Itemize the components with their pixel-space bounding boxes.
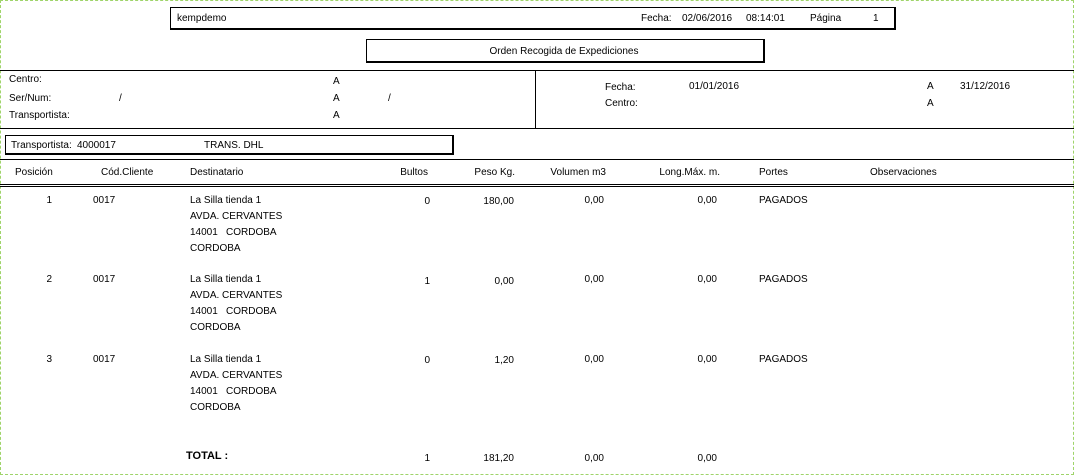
row-peso: 0,00 xyxy=(494,276,514,287)
row-long-max: 0,00 xyxy=(697,354,717,365)
col-posicion: Posición xyxy=(15,167,53,178)
row-dest-name: La Silla tienda 1 xyxy=(190,195,262,206)
filter-bottom-rule xyxy=(0,128,1074,129)
columns-top-rule xyxy=(0,159,1074,160)
row-dest-city: CORDOBA xyxy=(226,306,277,317)
filter-centro-right-label: Centro: xyxy=(605,98,638,109)
col-peso: Peso Kg. xyxy=(474,167,515,178)
filter-fecha-to-a: A xyxy=(927,81,934,92)
report-title: Orden Recogida de Expediciones xyxy=(489,46,639,57)
col-volumen: Volumen m3 xyxy=(550,167,606,178)
row-dest-cp: 14001 xyxy=(190,386,218,397)
filter-divider xyxy=(535,70,536,128)
row-posicion: 1 xyxy=(46,195,52,206)
filter-fecha-from: 01/01/2016 xyxy=(689,81,740,92)
row-dest-city: CORDOBA xyxy=(226,227,277,238)
col-observaciones: Observaciones xyxy=(870,167,937,178)
filter-sernum-to-slash: / xyxy=(388,93,391,104)
carrier-name: TRANS. DHL xyxy=(204,140,264,151)
total-volumen: 0,00 xyxy=(584,453,604,464)
row-posicion: 2 xyxy=(46,274,52,285)
report-page xyxy=(0,0,1074,475)
row-dest-cp: 14001 xyxy=(190,306,218,317)
columns-bottom-rule-2 xyxy=(0,186,1074,187)
print-date-label: Fecha: xyxy=(641,13,672,24)
total-bultos: 1 xyxy=(424,453,430,464)
row-dest-address: AVDA. CERVANTES xyxy=(190,211,283,222)
row-dest-address: AVDA. CERVANTES xyxy=(190,370,283,381)
total-peso: 181,20 xyxy=(483,453,514,464)
row-posicion: 3 xyxy=(46,354,52,365)
print-date: 02/06/2016 xyxy=(682,13,733,24)
row-cod-cliente: 0017 xyxy=(93,274,116,285)
col-cod-cliente: Cód.Cliente xyxy=(101,167,154,178)
filter-transportista-to: A xyxy=(333,110,340,121)
row-bultos: 0 xyxy=(424,196,430,207)
filter-fecha-label: Fecha: xyxy=(605,82,636,93)
row-bultos: 0 xyxy=(424,355,430,366)
filter-centro-label: Centro: xyxy=(9,74,42,85)
filter-top-rule xyxy=(0,70,1074,71)
filter-transportista-label: Transportista: xyxy=(9,110,70,121)
row-dest-city: CORDOBA xyxy=(226,386,277,397)
row-peso: 1,20 xyxy=(494,355,514,366)
total-label: TOTAL : xyxy=(186,450,229,462)
report-header-box xyxy=(170,7,896,30)
row-volumen: 0,00 xyxy=(584,354,604,365)
col-long-max: Long.Máx. m. xyxy=(659,167,720,178)
row-peso: 180,00 xyxy=(483,196,514,207)
row-portes: PAGADOS xyxy=(759,274,808,285)
columns-bottom-rule xyxy=(0,184,1074,185)
carrier-code: 4000017 xyxy=(77,140,116,151)
row-cod-cliente: 0017 xyxy=(93,354,116,365)
row-dest-province: CORDOBA xyxy=(190,402,241,413)
col-destinatario: Destinatario xyxy=(190,167,244,178)
filter-sernum-from-slash: / xyxy=(119,93,122,104)
row-long-max: 0,00 xyxy=(697,274,717,285)
row-dest-province: CORDOBA xyxy=(190,322,241,333)
print-time: 08:14:01 xyxy=(746,13,785,24)
filter-sernum-to: A xyxy=(333,93,340,104)
page-number: 1 xyxy=(873,13,879,24)
company-name: kempdemo xyxy=(177,13,227,24)
col-portes: Portes xyxy=(759,167,788,178)
row-volumen: 0,00 xyxy=(584,195,604,206)
filter-fecha-to: 31/12/2016 xyxy=(960,81,1011,92)
row-cod-cliente: 0017 xyxy=(93,195,116,206)
carrier-label: Transportista: xyxy=(11,140,72,151)
col-bultos: Bultos xyxy=(400,167,428,178)
filter-sernum-label: Ser/Num: xyxy=(9,93,52,104)
total-long-max: 0,00 xyxy=(697,453,717,464)
row-dest-province: CORDOBA xyxy=(190,243,241,254)
row-dest-cp: 14001 xyxy=(190,227,218,238)
row-dest-name: La Silla tienda 1 xyxy=(190,274,262,285)
row-portes: PAGADOS xyxy=(759,354,808,365)
row-portes: PAGADOS xyxy=(759,195,808,206)
row-volumen: 0,00 xyxy=(584,274,604,285)
filter-centro-to: A xyxy=(333,76,340,87)
row-dest-address: AVDA. CERVANTES xyxy=(190,290,283,301)
row-long-max: 0,00 xyxy=(697,195,717,206)
filter-centro-right-to: A xyxy=(927,98,934,109)
row-dest-name: La Silla tienda 1 xyxy=(190,354,262,365)
row-bultos: 1 xyxy=(424,276,430,287)
page-label: Página xyxy=(810,13,842,24)
